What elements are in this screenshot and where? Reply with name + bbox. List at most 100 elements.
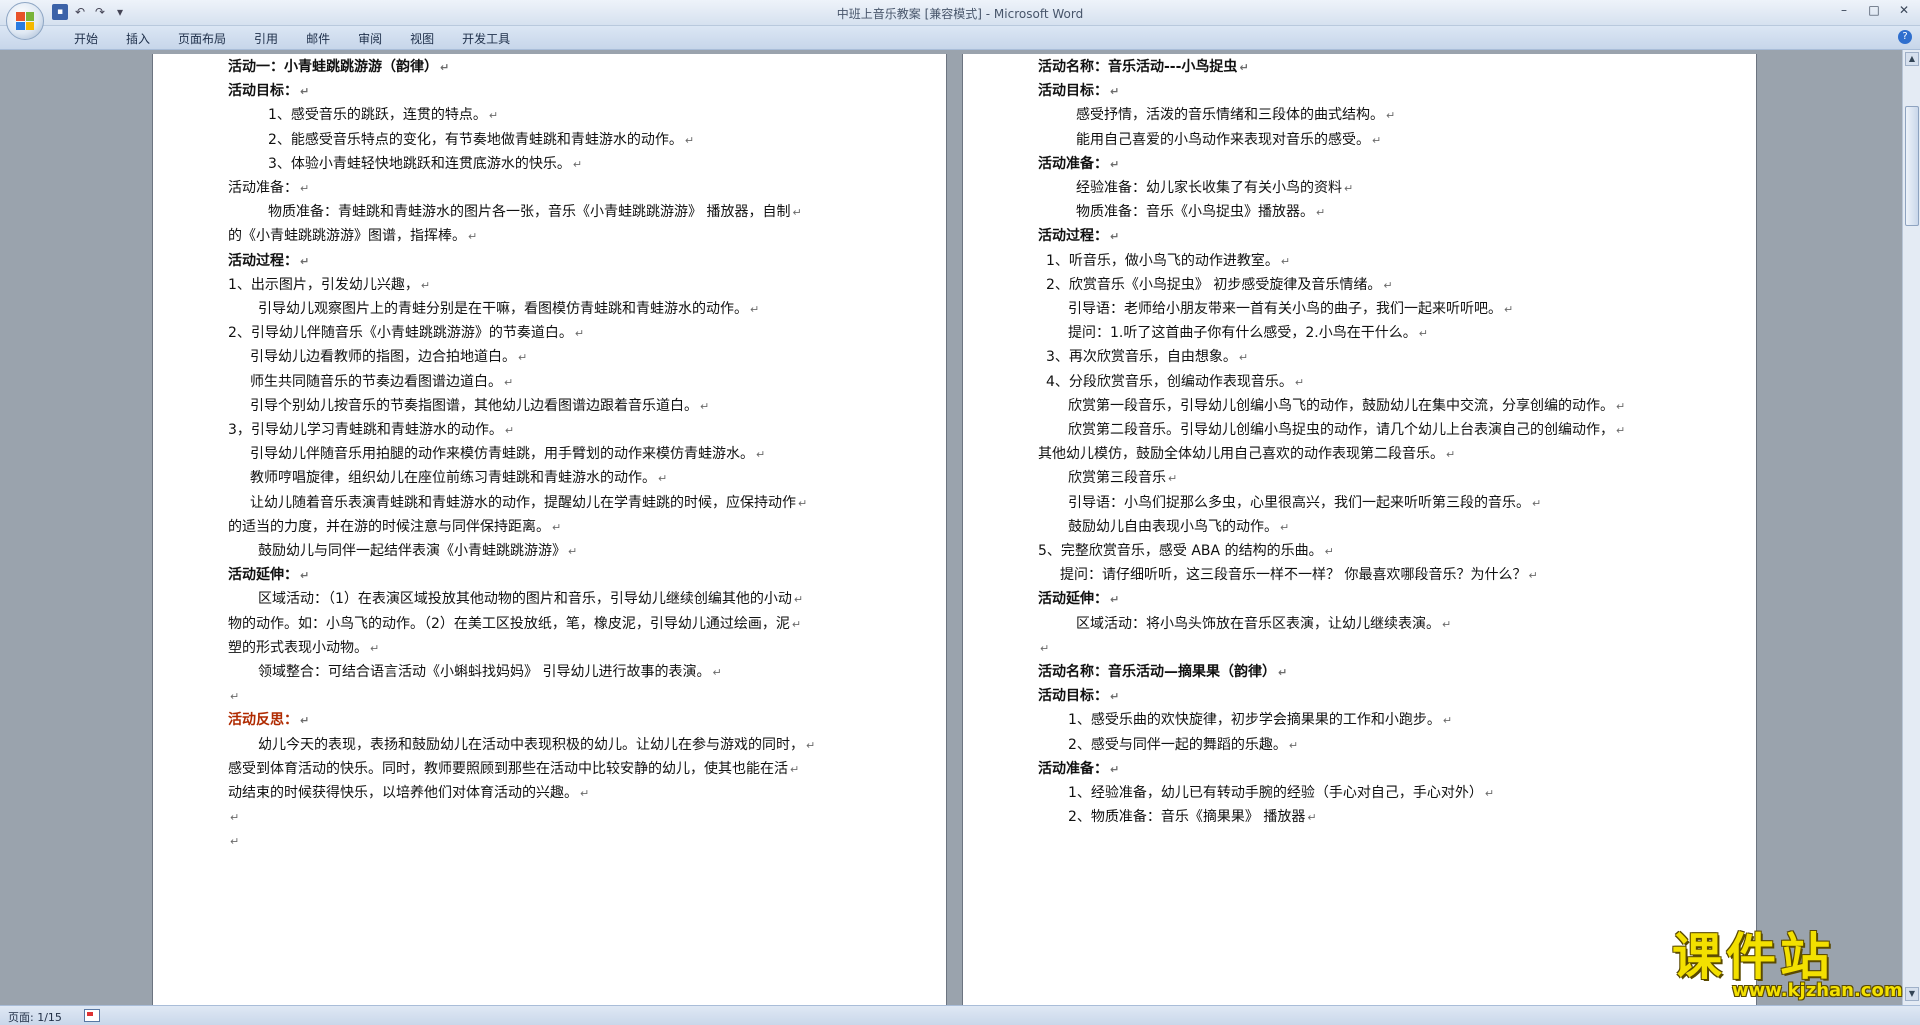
text-line-content: 引导个别幼儿按音乐的节奏指图谱，其他幼儿边看图谱边跟着音乐道白。 (250, 397, 698, 414)
text-line: 其他幼儿模仿，鼓励全体幼儿用自己喜欢的动作表现第二段音乐。 ↵ (1038, 444, 1455, 464)
office-button[interactable] (6, 2, 44, 40)
text-line: 活动延伸： ↵ (228, 565, 309, 585)
text-line: 提问：请仔细听听，这三段音乐一样不一样？ 你最喜欢哪段音乐？为什么？ ↵ (1060, 565, 1538, 585)
text-line: 塑的形式表现小动物。 ↵ (228, 638, 379, 658)
page-count[interactable]: 页面: 1/15 (8, 1009, 62, 1025)
tab-references[interactable]: 引用 (240, 30, 292, 47)
paragraph-mark-icon: ↵ (1280, 520, 1290, 534)
text-line: 区域活动：（1）在表演区域投放其他动物的图片和音乐，引导幼儿继续创编其他的小动 ↵ (258, 589, 803, 609)
text-line: 1、感受音乐的跳跃，连贯的特点。 ↵ (268, 105, 498, 125)
paragraph-mark-icon: ↵ (791, 617, 802, 631)
text-line-content: 物的动作。如：小鸟飞的动作。（2）在美工区投放纸，笔，橡皮泥，引导幼儿通过绘画，… (228, 615, 790, 632)
text-line-content: 3、体验小青蛙轻快地跳跃和连贯底游水的快乐。 (268, 155, 571, 172)
text-line-content: 引导语：小鸟们捉那么多虫，心里很高兴，我们一起来听听第三段的音乐。 (1068, 494, 1530, 511)
paragraph-mark-icon: ↵ (572, 157, 583, 171)
text-line-content: 鼓励幼儿与同伴一起结伴表演《小青蛙跳跳游游》 (258, 543, 566, 559)
title-bar: ▪ ↶ ↷ ▾ 中班上音乐教案 [兼容模式] - Microsoft Word … (0, 0, 1920, 40)
text-line: 经验准备：幼儿家长收集了有关小鸟的资料 ↵ (1076, 178, 1353, 198)
text-line-content: 的适当的力度，并在游的时候注意与同伴保持距离。 (228, 518, 550, 535)
text-line-content: 塑的形式表现小动物。 (228, 639, 368, 656)
text-line: ↵ (228, 807, 239, 827)
text-line: 4、分段欣赏音乐，创编动作表现音乐。 ↵ (1046, 372, 1304, 392)
paragraph-mark-icon: ↵ (1504, 303, 1514, 316)
paragraph-mark-icon: ↵ (756, 448, 766, 462)
text-line-content: 1、听音乐，做小鸟飞的动作进教室。 (1046, 252, 1279, 269)
paragraph-mark-icon: ↵ (1278, 666, 1288, 679)
paragraph-mark-icon: ↵ (574, 327, 585, 341)
vertical-scrollbar[interactable]: ▲ ▼ (1902, 50, 1920, 1005)
paragraph-mark-icon: ↵ (1110, 690, 1120, 704)
text-line-content: 让幼儿随着音乐表演青蛙跳和青蛙游水的动作，提醒幼儿在学青蛙跳的时候，应保持动作 (250, 494, 796, 511)
text-line-content: 感受抒情，活泼的音乐情绪和三段体的曲式结构。 (1076, 107, 1384, 124)
tab-page-layout[interactable]: 页面布局 (164, 30, 240, 47)
watermark-logo: 课件站 www.kjzhan.com (1672, 928, 1903, 1001)
text-line-content: 动结束的时候获得快乐，以培养他们对体育活动的兴趣。 (228, 785, 578, 801)
text-line: 1、听音乐，做小鸟飞的动作进教室。 ↵ (1046, 251, 1290, 271)
paragraph-mark-icon: ↵ (300, 182, 310, 195)
proofing-icon[interactable] (84, 1009, 100, 1022)
text-line-content: 活动名称：音乐活动—摘果果（韵律） (1038, 664, 1276, 680)
help-icon[interactable]: ? (1898, 30, 1912, 44)
text-line: 引导个别幼儿按音乐的节奏指图谱，其他幼儿边看图谱边跟着音乐道白。 ↵ (250, 396, 709, 416)
paragraph-mark-icon: ↵ (658, 472, 668, 486)
text-line-content: 活动反思： (228, 712, 298, 729)
minimize-button[interactable]: – (1836, 3, 1852, 17)
paragraph-mark-icon: ↵ (1238, 351, 1249, 365)
scroll-down-icon[interactable]: ▼ (1905, 987, 1919, 1001)
paragraph-mark-icon: ↵ (1418, 327, 1428, 341)
text-line: ↵ (228, 686, 239, 706)
text-line: 引导幼儿伴随音乐用拍腿的动作来模仿青蛙跳，用手臂划的动作来模仿青蛙游水。 ↵ (250, 444, 765, 464)
watermark-url: www.kjzhan.com (1732, 980, 1903, 1001)
text-line: ↵ (1038, 638, 1049, 658)
maximize-button[interactable]: □ (1866, 3, 1882, 17)
paragraph-mark-icon: ↵ (1324, 545, 1334, 558)
text-line: 2、能感受音乐特点的变化，有节奏地做青蛙跳和青蛙游水的动作。 ↵ (268, 130, 694, 150)
paragraph-mark-icon: ↵ (580, 787, 590, 800)
paragraph-mark-icon: ↵ (684, 133, 695, 147)
paragraph-mark-icon: ↵ (1110, 230, 1120, 244)
text-line: 让幼儿随着音乐表演青蛙跳和青蛙游水的动作，提醒幼儿在学青蛙跳的时候，应保持动作 ↵ (250, 493, 807, 513)
office-logo-icon (16, 12, 34, 30)
text-line: 1、出示图片，引发幼儿兴趣， ↵ (228, 275, 430, 295)
scroll-up-icon[interactable]: ▲ (1905, 52, 1919, 66)
tab-review[interactable]: 审阅 (344, 30, 396, 47)
watermark-text: 课件站 (1672, 928, 1834, 986)
close-button[interactable]: ✕ (1896, 3, 1912, 17)
tab-insert[interactable]: 插入 (112, 30, 164, 47)
paragraph-mark-icon: ↵ (230, 835, 240, 849)
paragraph-mark-icon: ↵ (712, 666, 722, 679)
paragraph-mark-icon: ↵ (230, 811, 240, 825)
document-page-left[interactable]: 活动一：小青蛙跳跳游游（韵律） ↵ 活动目标： ↵ 1、感受音乐的跳跃，连贯的特点。 ↵ 2… (153, 54, 946, 1005)
text-line-content: 1、感受音乐的跳跃，连贯的特点。 (268, 107, 487, 124)
text-line: 活动过程： ↵ (228, 251, 309, 271)
text-line-content: 1、感受乐曲的欢快旋律，初步学会摘果果的工作和小跑步。 (1068, 712, 1441, 729)
paragraph-mark-icon: ↵ (1239, 61, 1249, 74)
tab-view[interactable]: 视图 (396, 30, 448, 47)
text-line: 物的动作。如：小鸟飞的动作。（2）在美工区投放纸，笔，橡皮泥，引导幼儿通过绘画，… (228, 614, 801, 634)
ribbon-tabs: 开始 插入 页面布局 引用 邮件 审阅 视图 开发工具 (60, 30, 524, 47)
paragraph-mark-icon: ↵ (1386, 109, 1396, 123)
text-line-content: 引导幼儿观察图片上的青蛙分别是在干嘛，看图模仿青蛙跳和青蛙游水的动作。 (258, 301, 748, 317)
paragraph-mark-icon: ↵ (518, 351, 528, 365)
paragraph-mark-icon: ↵ (1372, 133, 1382, 147)
paragraph-mark-icon: ↵ (552, 520, 562, 534)
paragraph-mark-icon: ↵ (700, 399, 710, 413)
text-line: 引导幼儿边看教师的指图，边合拍地道白。 ↵ (250, 347, 527, 367)
paragraph-mark-icon: ↵ (806, 738, 816, 752)
text-line: 欣赏第一段音乐，引导幼儿创编小鸟飞的动作，鼓励幼儿在集中交流，分享创编的动作。 ↵ (1068, 396, 1625, 416)
scrollbar-thumb[interactable] (1905, 106, 1919, 226)
tab-mailings[interactable]: 邮件 (292, 30, 344, 47)
text-line-content: 区域活动：（1）在表演区域投放其他动物的图片和音乐，引导幼儿继续创编其他的小动 (258, 591, 792, 608)
document-page-right[interactable]: 活动名称：音乐活动---小鸟捉虫 ↵ 活动目标： ↵ 感受抒情，活泼的音乐情绪和三段体的… (963, 54, 1756, 1005)
text-line-content: 3，引导幼儿学习青蛙跳和青蛙游水的动作。 (228, 422, 503, 438)
text-line-content: 活动目标： (228, 83, 298, 100)
tab-developer[interactable]: 开发工具 (448, 30, 524, 47)
text-line: 引导幼儿观察图片上的青蛙分别是在干嘛，看图模仿青蛙跳和青蛙游水的动作。 ↵ (258, 299, 759, 319)
paragraph-mark-icon: ↵ (1110, 593, 1120, 607)
text-line-content: 欣赏第三段音乐 (1068, 470, 1166, 487)
text-line: 活动延伸： ↵ (1038, 589, 1119, 609)
text-line-content: 引导幼儿伴随音乐用拍腿的动作来模仿青蛙跳，用手臂划的动作来模仿青蛙游水。 (250, 446, 754, 463)
tab-home[interactable]: 开始 (60, 30, 112, 47)
text-line: 引导语：小鸟们捉那么多虫，心里很高兴，我们一起来听听第三段的音乐。 ↵ (1068, 493, 1541, 513)
text-line: 活动准备： ↵ (1038, 154, 1119, 174)
